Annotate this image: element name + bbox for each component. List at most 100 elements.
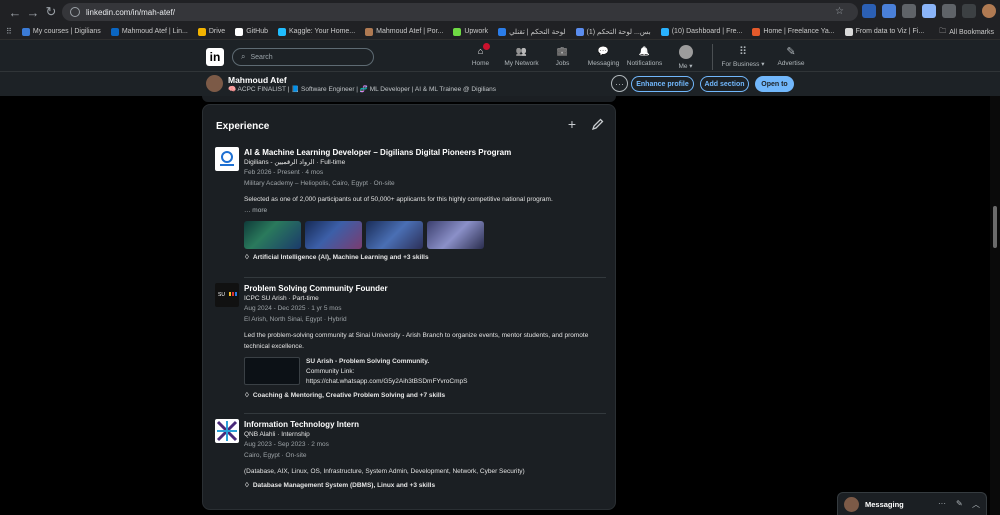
experience-section: Experience + AI & Machine Learning Devel… [202,104,616,510]
edit-pencil-icon[interactable] [591,117,605,131]
chevron-up-icon[interactable]: ︿ [972,499,980,510]
search-icon: ⌕ [241,52,246,61]
media-thumbnail[interactable] [305,221,362,249]
divider [244,413,606,414]
bookmark-favicon-icon [197,27,206,36]
media-link[interactable]: https://chat.whatsapp.com/G5y2Aih3tBSDmF… [306,377,467,387]
search-placeholder: Search [250,53,273,61]
digilians-logo[interactable] [215,147,239,171]
messaging-label: Messaging [865,499,904,509]
linkedin-logo[interactable]: in [206,48,224,66]
nav-label: Notifications [626,60,663,67]
experience-title[interactable]: AI & Machine Learning Developer – Digili… [244,147,604,158]
media-gallery [244,221,604,249]
bell-icon: 🔔 [638,45,651,56]
media-attachment[interactable]: SU Arish - Problem Solving Community. Co… [244,357,604,387]
bookmark-item[interactable]: بس... لوحة التحكم (1) [575,27,651,36]
nav-label: For Business ▾ [721,61,765,68]
messaging-widget[interactable]: Messaging ··· ✎ ︿ [837,492,987,515]
profile-avatar[interactable] [206,75,223,92]
diamond-icon: ♢ [244,254,250,261]
qnb-logo[interactable] [215,419,239,443]
address-bar[interactable]: linkedin.com/in/mah-atef/ ☆ [62,3,858,21]
see-more-link[interactable]: … more [244,207,267,214]
bookmark-item[interactable]: Home | Freelance Ya... [752,27,835,36]
puzzle-icon[interactable] [942,4,956,18]
browser-profile-avatar[interactable] [982,4,996,18]
bookmark-item[interactable]: (10) Dashboard | Fre... [660,27,742,36]
bookmark-favicon-icon [110,27,119,36]
extensions-row: ⋮ [862,4,1000,18]
page-scrollbar[interactable] [990,96,1000,515]
experience-company: Digilians - الرواد الرقميين · Full-time [244,159,346,166]
bookmark-item[interactable]: Kaggle: Your Home... [277,27,355,36]
all-bookmarks[interactable]: 🗀 All Bookmarks [939,27,994,38]
download-icon[interactable] [962,4,976,18]
experience-dates: Feb 2026 - Present · 4 mos [244,169,324,176]
nav-messaging[interactable]: 💬 Messaging [583,43,624,70]
apps-grid-icon[interactable]: ⠿ [6,27,12,36]
nav-label: Home [471,60,490,67]
bookmark-favicon-icon [277,27,286,36]
bookmark-star-icon[interactable]: ☆ [835,6,844,17]
extension-icon[interactable] [902,4,916,18]
media-thumbnail[interactable] [427,221,484,249]
nav-my-network[interactable]: 👥 My Network [501,43,542,70]
experience-description: Selected as one of 2,000 participants ou… [244,194,604,216]
bookmark-label: Drive [208,28,226,35]
bookmark-favicon-icon [235,27,244,36]
experience-item: AI & Machine Learning Developer – Digili… [215,147,605,275]
compose-icon[interactable]: ✎ [956,499,963,508]
experience-company: QNB Alahli · Internship [244,431,310,438]
skills-row[interactable]: ♢ Coaching & Mentoring, Creative Problem… [244,391,604,400]
media-thumbnail[interactable] [244,357,300,385]
icpc-su-arish-logo[interactable]: SU [215,283,239,307]
open-to-button[interactable]: Open to [755,76,794,92]
experience-dates: Aug 2023 - Sep 2023 · 2 mos [244,441,329,448]
experience-title[interactable]: Information Technology Intern [244,419,604,430]
linkedin-header: in ⌕ Search ⌂ Home 👥 My Network 💼 Jobs 💬 Messag… [0,40,1000,72]
bookmark-favicon-icon [844,27,853,36]
experience-description: (Database, AIX, Linux, OS, Infrastructur… [244,468,525,475]
section-title: Experience [216,121,270,132]
nav-label: Me ▾ [678,63,693,70]
media-thumbnail[interactable] [244,221,301,249]
more-actions-button[interactable]: ··· [611,75,628,92]
skills-row[interactable]: ♢ Database Management System (DBMS), Lin… [244,481,604,490]
extension-icon[interactable] [862,4,876,18]
previous-section-bottom [202,96,616,102]
bookmark-item[interactable]: Drive [197,27,226,36]
profile-headline: 🧠 ACPC FINALIST | 📘 Software Engineer | … [228,86,496,93]
advertise-icon: ✎ [786,45,796,58]
bookmark-item[interactable]: Upwork [453,27,488,36]
extension-icon[interactable] [882,4,896,18]
search-input[interactable]: ⌕ Search [232,48,374,66]
advertise-link[interactable]: ✎ Advertise [767,43,815,70]
nav-home[interactable]: ⌂ Home [460,43,501,70]
bookmark-item[interactable]: Mahmoud Atef | Por... [365,27,443,36]
media-thumbnail[interactable] [366,221,423,249]
add-icon[interactable]: + [565,116,579,132]
scrollbar-thumb[interactable] [993,206,997,248]
nav-me[interactable]: Me ▾ [665,43,706,70]
bookmark-item[interactable]: From data to Viz | Fi... [844,27,924,36]
divider [244,277,606,278]
nav-divider [712,44,713,70]
profile-name: Mahmoud Atef [228,75,287,85]
bookmark-item[interactable]: My courses | Digilians [21,27,101,36]
reload-icon[interactable]: ↻ [40,1,62,23]
site-info-icon[interactable] [70,7,80,17]
experience-description: Led the problem-solving community at Sin… [244,332,589,350]
nav-jobs[interactable]: 💼 Jobs [542,43,583,70]
more-icon[interactable]: ··· [938,499,946,508]
bookmark-item[interactable]: Mahmoud Atef | Lin... [110,27,188,36]
for-business-menu[interactable]: ⠿ For Business ▾ [719,43,767,70]
add-section-button[interactable]: Add section [700,76,749,92]
extension-icon[interactable] [922,4,936,18]
experience-title[interactable]: Problem Solving Community Founder [244,283,604,294]
nav-notifications[interactable]: 🔔 Notifications [624,43,665,70]
enhance-profile-button[interactable]: Enhance profile [631,76,694,92]
skills-row[interactable]: ♢ Artificial Intelligence (AI), Machine … [244,253,604,262]
bookmark-item[interactable]: GitHub [235,27,268,36]
bookmark-item[interactable]: لوحة التحكم | تقنلي [498,27,566,36]
